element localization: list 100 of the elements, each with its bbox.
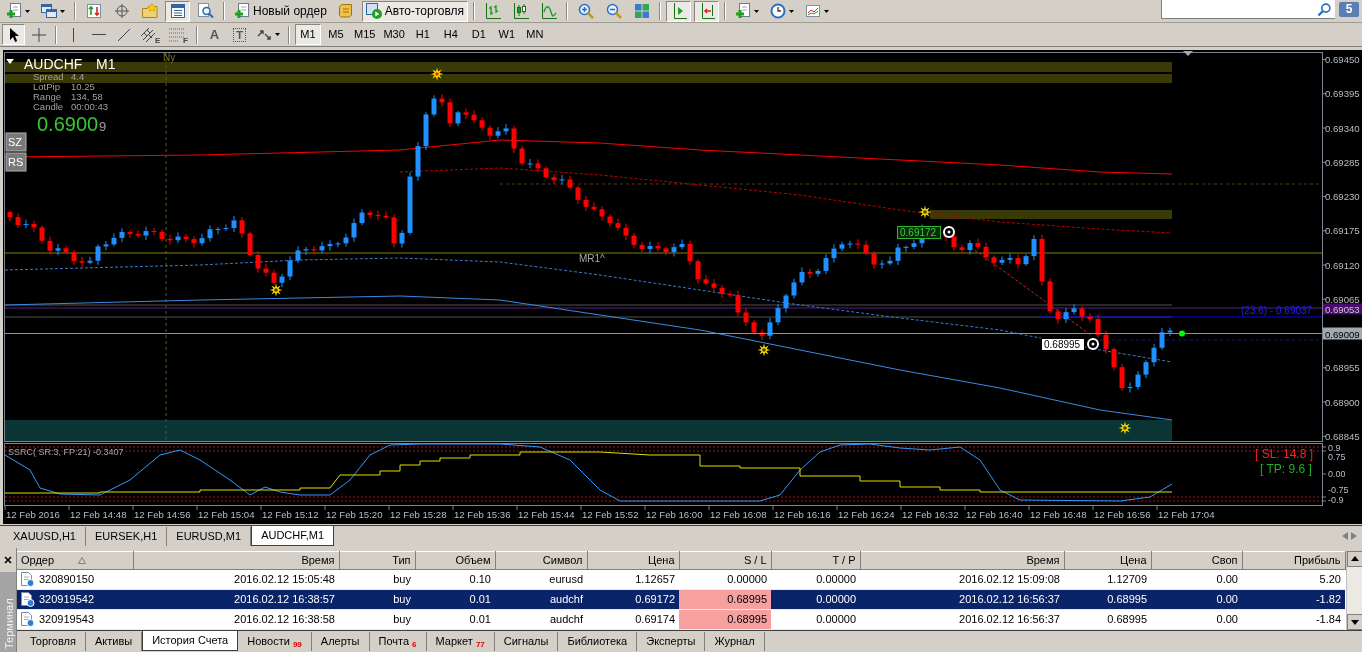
scroll-left-icon[interactable] <box>1341 531 1348 540</box>
timeframe-button[interactable]: M1 <box>295 24 321 45</box>
panel-tab[interactable]: Алерты <box>311 632 370 651</box>
panel-tab[interactable]: Почта $_{6}$ <box>369 632 427 651</box>
toolbar-button[interactable] <box>666 0 692 22</box>
line-chart-icon <box>540 3 557 19</box>
time-axis-label: 12 Feb 15:12 <box>262 509 319 520</box>
search-icon[interactable] <box>1317 1 1331 17</box>
price-axis-label: 0.69340 <box>1325 122 1360 134</box>
chart-tab[interactable]: AUDCHF,M1 <box>251 526 335 546</box>
table-cell: 0.00 <box>1151 589 1242 610</box>
time-axis-label: 12 Feb 16:48 <box>1030 509 1087 520</box>
panel-tab[interactable]: Библиотека <box>558 632 638 651</box>
vertical-line-icon <box>72 27 75 42</box>
star-marker-icon <box>1118 421 1132 435</box>
toolbar-button[interactable] <box>165 0 190 22</box>
table-cell: 0.68995 <box>1064 589 1151 610</box>
panel-tab[interactable]: Торговля <box>21 632 86 651</box>
fibonacci-label: (23.6) - 0.69037 <box>1241 305 1313 316</box>
column-header[interactable]: Символ <box>495 551 587 570</box>
info-label: LotPip <box>33 81 60 92</box>
document-icon <box>21 612 35 627</box>
scroll-icon <box>338 3 355 19</box>
clock-icon <box>770 3 787 19</box>
arrows-document-icon <box>85 3 102 19</box>
column-header[interactable]: Время <box>133 551 339 570</box>
panel-title: Терминал <box>0 572 16 652</box>
chart-button[interactable]: RS <box>5 152 27 172</box>
info-label: Spread <box>33 71 64 82</box>
timeframe-button[interactable]: W1 <box>493 24 520 45</box>
table-cell: audchf <box>495 609 587 630</box>
column-header[interactable]: Цена <box>587 551 679 570</box>
column-header[interactable]: Время <box>860 551 1064 570</box>
panel-tab[interactable]: Журнал <box>705 632 765 651</box>
panel-tab[interactable]: Сигналы <box>494 632 559 651</box>
timeframe-button[interactable]: M15 <box>351 24 379 45</box>
indicator-axis-label: 0.9 <box>1328 442 1341 453</box>
triangle-marker-icon[interactable] <box>1183 51 1193 56</box>
panel-tab[interactable]: Новости $_{99}$ <box>238 632 312 651</box>
toolbar-button[interactable]: Новый ордер <box>230 0 331 22</box>
table-cell: eurusd <box>495 569 587 590</box>
chart-window-icon <box>805 3 822 19</box>
scroll-up-icon[interactable] <box>1346 551 1362 567</box>
chart-tab[interactable]: EURSEK,H1 <box>85 527 168 546</box>
table-row[interactable]: 320890150 2016.02.12 15:05:48 buy 0.10 eurusd 1.12657 0.00000 0.00000 2016.02.12 15:09:08 1.12709 0.00 5.20 <box>17 569 1345 590</box>
crosshair-icon <box>30 26 47 43</box>
play-window-icon <box>365 3 382 19</box>
panel-tab[interactable]: Эксперты <box>637 632 706 651</box>
timeframe-button[interactable]: H1 <box>409 24 436 45</box>
tool-button[interactable]: T <box>228 24 251 45</box>
time-axis-label: 12 Feb 15:44 <box>518 509 575 520</box>
timeframe-button[interactable]: M5 <box>323 24 349 45</box>
column-header[interactable]: T / P <box>771 551 860 570</box>
messages-button[interactable]: 5 <box>1339 2 1359 17</box>
add-document-icon <box>234 3 250 19</box>
toolbar-button[interactable]: Авто-торговля <box>361 0 469 22</box>
column-header[interactable]: Своп <box>1151 551 1242 570</box>
bid-price: 0.6900 <box>37 113 99 135</box>
price-axis-label: 0.69230 <box>1325 191 1360 202</box>
column-header[interactable]: Цена <box>1064 551 1151 570</box>
tool-button[interactable] <box>2 24 25 45</box>
table-row[interactable]: 320919542 2016.02.12 16:38:57 buy 0.01 audchf 0.69172 0.68995 0.00000 2016.02.12 16:56:37 0.68995 0.00 -1.82 <box>17 589 1345 610</box>
column-header[interactable]: S / L <box>679 551 771 570</box>
column-header[interactable]: Ордер <box>17 551 133 570</box>
caret-icon <box>60 9 65 13</box>
table-row[interactable]: 320919543 2016.02.12 16:38:58 buy 0.01 audchf 0.69174 0.68995 0.00000 2016.02.12 16:56:37 0.68995 0.00 -1.84 <box>17 609 1345 630</box>
timeframe-button[interactable]: H4 <box>437 24 464 45</box>
horizontal-line-icon <box>91 33 106 36</box>
table-cell: 0.68995 <box>1064 609 1151 630</box>
timeframe-button[interactable]: MN <box>521 24 548 45</box>
ring-marker-icon <box>1087 338 1099 350</box>
table-cell: -1.82 <box>1242 589 1345 610</box>
chart-tab[interactable]: XAUUSD,H1 <box>4 527 86 546</box>
column-header[interactable]: Объем <box>415 551 495 570</box>
add-document-icon <box>6 3 22 19</box>
price-axis-label: 0.69395 <box>1325 88 1360 100</box>
price-axis-label: 0.69285 <box>1325 156 1360 168</box>
scroll-right-icon[interactable] <box>1350 531 1357 540</box>
timeframe-button[interactable]: M30 <box>380 24 408 45</box>
level-price-tag: 0.69053 <box>1323 303 1362 315</box>
column-header[interactable]: Тип <box>339 551 415 570</box>
table-cell: 0.01 <box>415 609 495 630</box>
scroll-down-icon[interactable] <box>1346 614 1362 630</box>
timeframe-button[interactable]: D1 <box>465 24 492 45</box>
candlestick-chart-icon <box>512 3 529 19</box>
toolbar-button[interactable] <box>694 0 720 22</box>
table-cell: -1.84 <box>1242 609 1345 630</box>
caret-icon <box>25 9 30 13</box>
time-axis-label: 12 Feb 15:20 <box>326 509 383 520</box>
panel-tab[interactable]: Маркет $_{77}$ <box>426 632 495 651</box>
price-tag: 0.69172 <box>897 226 941 239</box>
caret-icon[interactable] <box>6 59 14 64</box>
close-icon[interactable] <box>4 556 12 564</box>
panel-tab[interactable]: История Счета <box>142 631 239 651</box>
table-cell: 0.10 <box>415 569 495 590</box>
diagonal-line-icon <box>115 26 132 43</box>
search-field[interactable] <box>1161 0 1335 19</box>
tool-button[interactable]: A <box>203 24 226 45</box>
chart-button[interactable]: SZ <box>5 132 27 152</box>
document-icon <box>21 592 35 607</box>
